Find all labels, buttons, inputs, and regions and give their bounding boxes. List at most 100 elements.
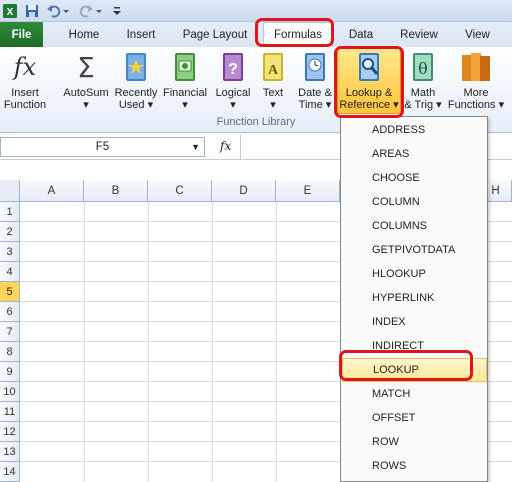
more-functions-label-1: More [463,87,489,99]
tab-formulas[interactable]: Formulas [263,22,333,47]
select-all-corner[interactable] [0,180,20,202]
text-dropdown-icon: ▾ [270,99,276,111]
math-trig-label-2: & Trig [404,99,434,111]
magnifier-book-icon [351,49,387,85]
row-header[interactable]: 13 [0,442,20,462]
menu-item-hyperlink[interactable]: HYPERLINK [342,286,487,310]
menu-item-address[interactable]: ADDRESS [342,118,487,142]
menu-item-index[interactable]: INDEX [342,310,487,334]
menu-item-areas[interactable]: AREAS [342,142,487,166]
tab-page-layout[interactable]: Page Layout [176,22,254,47]
customize-icon[interactable] [112,3,122,19]
menu-item-lookup[interactable]: LOOKUP [342,358,487,382]
ribbon-tab-row: File Home Insert Page Layout Formulas Da… [0,22,512,47]
autosum-label: AutoSum [63,87,109,99]
svg-text:A: A [268,63,279,78]
menu-item-rows[interactable]: ROWS [342,454,487,478]
name-box-dropdown-icon[interactable]: ▼ [191,142,200,152]
star-book-icon [118,49,154,85]
text-label: Text [262,87,284,99]
insert-function-fx-icon[interactable]: fx [220,139,231,153]
grid-line [148,202,149,482]
row-header[interactable]: 12 [0,422,20,442]
menu-item-indirect[interactable]: INDIRECT [342,334,487,358]
menu-item-hlookup[interactable]: HLOOKUP [342,262,487,286]
tab-file[interactable]: File [0,22,43,47]
column-header-b[interactable]: B [84,180,148,202]
logical-button[interactable]: ? Logical ▾ [212,49,254,115]
undo-dropdown-icon[interactable] [62,3,70,19]
math-trig-label-1: Math [410,87,436,99]
menu-item-match[interactable]: MATCH [342,382,487,406]
name-box-value: F5 [95,141,110,153]
books-stack-icon [458,49,494,85]
menu-item-row[interactable]: ROW [342,430,487,454]
financial-button[interactable]: Financial ▾ [160,49,210,115]
menu-item-getpivotdata[interactable]: GETPIVOTDATA [342,238,487,262]
row-header[interactable]: 1 [0,202,20,222]
row-header[interactable]: 7 [0,322,20,342]
theta-book-icon: θ [405,49,441,85]
autosum-button[interactable]: Σ AutoSum ▾ [58,49,114,115]
insert-function-label-1: Insert [11,87,39,99]
row-header[interactable]: 4 [0,262,20,282]
column-header-a[interactable]: A [20,180,84,202]
row-header[interactable]: 10 [0,382,20,402]
row-header-selected[interactable]: 5 [0,282,20,302]
more-functions-dropdown-icon: ▾ [498,99,505,111]
formula-bar-separator [240,134,241,160]
svg-text:Σ: Σ [77,51,95,84]
redo-dropdown-icon[interactable] [95,3,103,19]
row-header[interactable]: 6 [0,302,20,322]
tab-review[interactable]: Review [393,22,445,47]
row-header[interactable]: 8 [0,342,20,362]
date-time-label-1: Date & [298,87,332,99]
lookup-reference-label-1: Lookup & [345,87,393,99]
tab-data[interactable]: Data [340,22,382,47]
autosum-dropdown-icon: ▾ [83,99,89,111]
fx-icon: fx [7,49,43,85]
title-bar: X [0,0,512,22]
row-header[interactable]: 11 [0,402,20,422]
grid-line [276,202,277,482]
save-icon[interactable] [24,3,40,19]
more-functions-button[interactable]: More Functions ▾ [445,49,507,115]
date-time-button[interactable]: Date & Time ▾ [293,49,337,115]
insert-function-button[interactable]: fx Insert Function [0,49,50,115]
tab-insert[interactable]: Insert [115,22,167,47]
redo-icon[interactable] [78,3,94,19]
text-button[interactable]: A Text ▾ [256,49,290,115]
insert-function-label-2: Function [3,99,47,111]
money-book-icon [167,49,203,85]
menu-item-offset[interactable]: OFFSET [342,406,487,430]
svg-text:?: ? [228,61,238,78]
column-header-c[interactable]: C [148,180,212,202]
row-header[interactable]: 2 [0,222,20,242]
math-trig-button[interactable]: θ Math & Trig ▾ [403,49,443,115]
financial-label: Financial [162,87,208,99]
column-header-d[interactable]: D [212,180,276,202]
row-header[interactable]: 14 [0,462,20,482]
menu-item-columns[interactable]: COLUMNS [342,214,487,238]
grid-line [212,202,213,482]
menu-item-choose[interactable]: CHOOSE [342,166,487,190]
undo-icon[interactable] [46,3,62,19]
row-header[interactable]: 3 [0,242,20,262]
excel-logo-icon[interactable]: X [2,3,18,19]
svg-text:θ: θ [418,59,428,78]
financial-dropdown-icon: ▾ [182,99,188,111]
lookup-reference-menu: ADDRESS AREAS CHOOSE COLUMN COLUMNS GETP… [340,116,488,482]
question-book-icon: ? [215,49,251,85]
menu-item-column[interactable]: COLUMN [342,190,487,214]
tab-view[interactable]: View [455,22,500,47]
lookup-reference-label-2: Reference [339,99,391,111]
tab-home[interactable]: Home [58,22,110,47]
recently-used-button[interactable]: Recently Used ▾ [114,49,158,115]
name-box[interactable]: F5 ▼ [0,137,205,157]
logical-label: Logical [215,87,251,99]
row-header[interactable]: 9 [0,362,20,382]
column-header-e[interactable]: E [276,180,340,202]
lookup-reference-button[interactable]: Lookup & Reference ▾ [337,49,401,115]
sigma-icon: Σ [68,49,104,85]
text-book-icon: A [255,49,291,85]
